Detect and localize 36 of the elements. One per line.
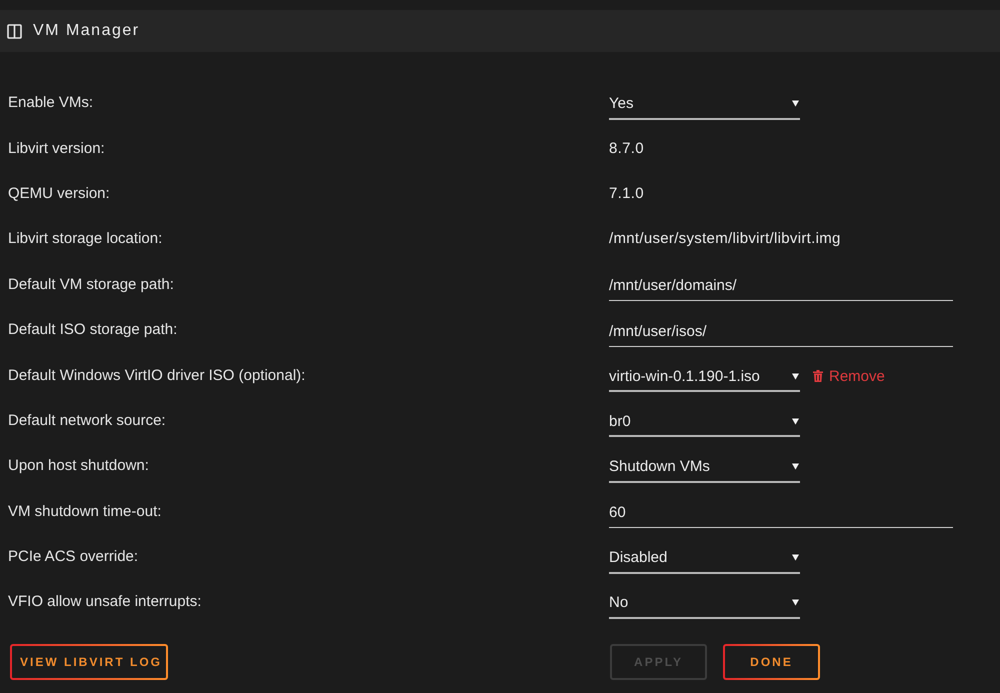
dropdown[interactable]: br0 — [609, 407, 800, 438]
dropdown[interactable]: Shutdown VMs — [609, 452, 800, 483]
setting-label: QEMU version: — [8, 184, 110, 202]
caret-icon — [792, 100, 799, 108]
setting-label: Libvirt storage location: — [8, 230, 162, 248]
setting-label: Libvirt version: — [8, 140, 105, 157]
setting-value: 8.7.0 — [609, 140, 644, 157]
setting-label: VM shutdown time-out: — [8, 502, 162, 520]
trash-icon — [813, 370, 823, 382]
setting-label: Default ISO storage path: — [8, 321, 178, 338]
input-field[interactable]: /mnt/user/isos/ — [609, 316, 953, 347]
dropdown[interactable]: virtio-win-0.1.190-1.iso — [609, 362, 800, 392]
setting-label: Default VM storage path: — [8, 276, 174, 293]
setting-value: 7.1.0 — [609, 184, 644, 202]
input-field[interactable]: /mnt/user/domains/ — [609, 271, 953, 302]
caret-icon — [792, 599, 799, 606]
dropdown[interactable]: Yes — [609, 90, 800, 120]
caret-icon — [792, 463, 799, 470]
remove-button[interactable]: Remove — [813, 368, 885, 385]
setting-label: PCIe ACS override: — [8, 548, 138, 566]
caret-icon — [792, 372, 799, 380]
setting-label: Upon host shutdown: — [8, 457, 149, 474]
columns-icon — [7, 24, 22, 38]
dropdown[interactable]: Disabled — [609, 544, 800, 574]
setting-label: Default network source: — [8, 412, 166, 429]
view-log-button[interactable]: VIEW LIBVIRT LOG — [10, 644, 168, 680]
caret-icon — [792, 554, 799, 562]
action-button[interactable]: DONE — [723, 644, 820, 680]
setting-label: VFIO allow unsafe interrupts: — [8, 593, 202, 610]
setting-label: Enable VMs: — [8, 94, 94, 112]
input-field[interactable]: 60 — [609, 498, 953, 528]
dropdown[interactable]: No — [609, 588, 800, 619]
page-title: VM Manager — [33, 22, 140, 40]
setting-value: /mnt/user/system/libvirt/libvirt.img — [609, 230, 841, 248]
setting-label: Default Windows VirtIO driver ISO (optional): — [8, 366, 306, 384]
caret-icon — [792, 418, 799, 425]
